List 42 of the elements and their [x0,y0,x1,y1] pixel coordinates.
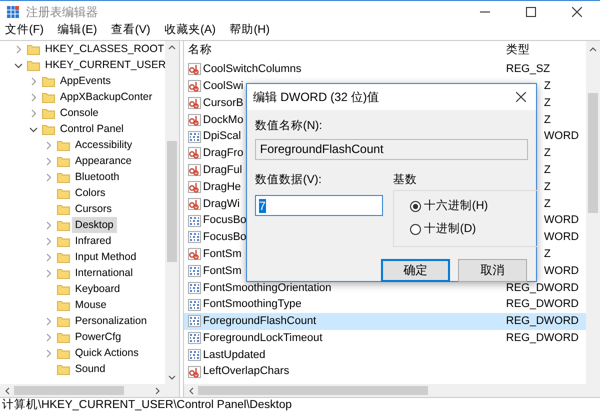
value-type: REG_DWORD [506,297,579,312]
window-title: 注册表编辑器 [26,4,98,20]
value-name: DragFul [203,162,242,178]
value-type: Z [544,180,551,195]
value-type: Z [544,162,551,178]
value-type: Z [544,96,551,111]
value-type: Z [544,246,551,262]
value-name: ForegroundLockTimeout [203,330,322,346]
value-name: CoolSwitchColumns [203,62,302,78]
value-type: Z [544,112,551,128]
dialog-title: 编辑 DWORD (32 位)值 [253,89,379,106]
field-label: 数值名称(N): [255,118,324,134]
value-type: WORD [544,129,579,144]
value-type: WORD [544,230,579,246]
value-name: CoolSwi [203,78,244,94]
value-name: FontSmoothingType [203,297,302,312]
value-type: Z [544,78,551,94]
value-name: FocusBo [203,213,246,228]
value-name: DockMo [203,112,244,128]
field-label: 数值数据(V): [255,172,323,188]
value-name: FontSm [203,264,242,279]
value-name: DragWi [203,196,240,212]
value-name: FocusBo [203,230,246,246]
value-name: DragHe [203,180,241,195]
value-type: REG_DWORD [506,314,579,330]
value-name: FontSm [203,246,242,262]
status-path: 计算机\HKEY_CURRENT_USER\Control Panel\Desktop [2,399,292,411]
value-name: DragFro [203,146,244,162]
value-type: WORD [544,213,579,228]
value-name: ForegroundFlashCount [203,314,316,330]
value-type: REG_DWORD [506,330,579,346]
group-label: 基数 [393,172,418,188]
value-name: LeftOverlapChars [203,364,290,380]
value-type: WORD [544,264,579,279]
value-type: Z [544,196,551,212]
value-type: REG_SZ [506,62,550,78]
value-type: REG_DWORD [506,280,579,296]
value-name: DpiScal [203,129,241,144]
value-name: LastUpdated [203,348,266,363]
value-type: Z [544,146,551,162]
value-name: FontSmoothingOrientation [203,280,332,296]
value-name: CursorB [203,96,244,111]
